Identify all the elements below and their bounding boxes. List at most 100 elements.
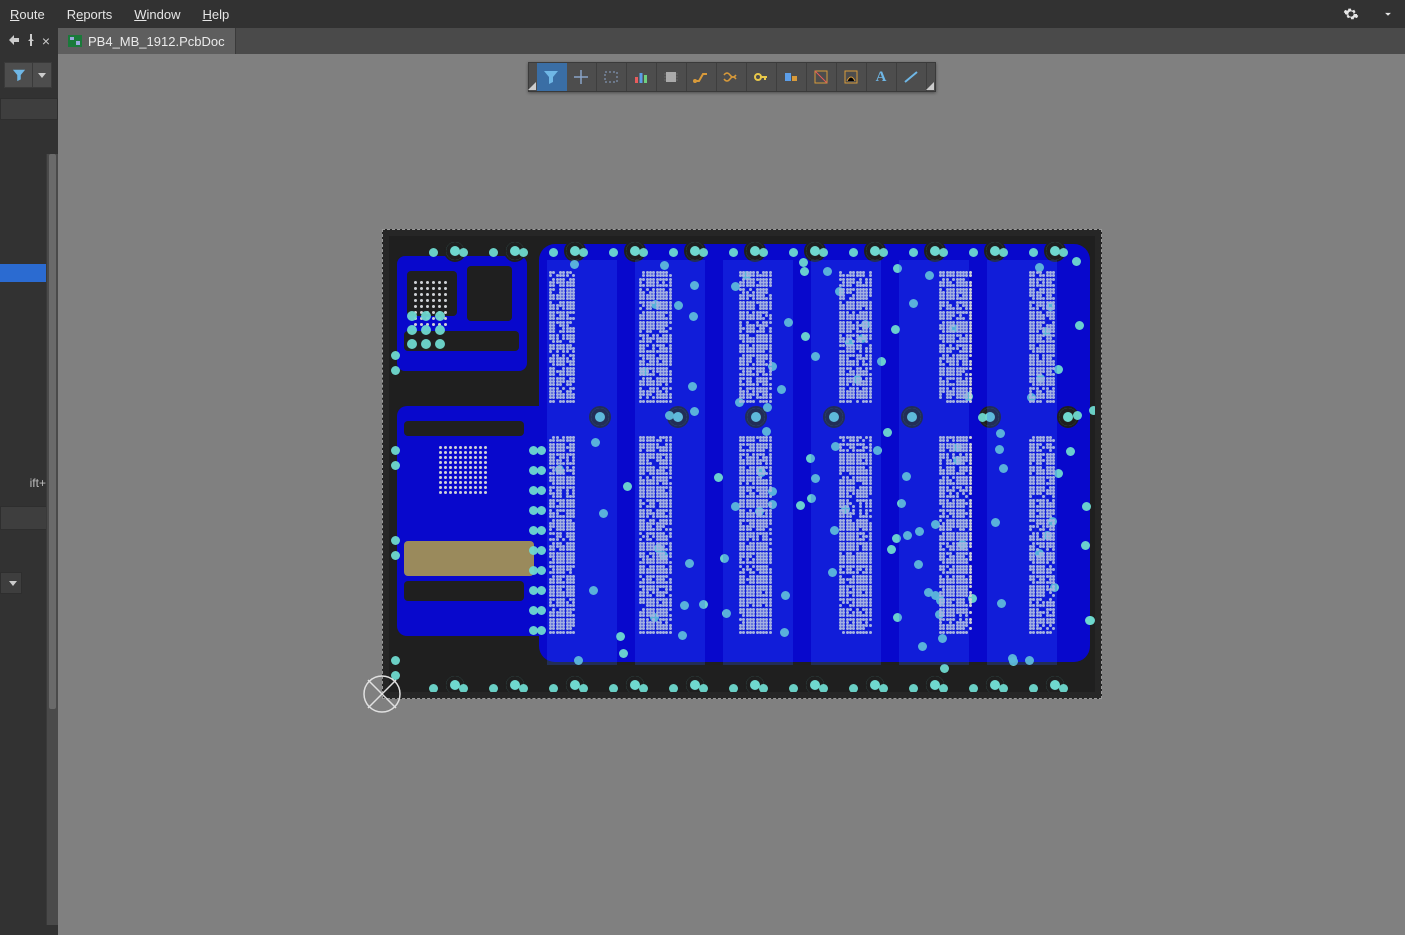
pcb-board-outline: [382, 229, 1102, 699]
via-small: [519, 248, 528, 257]
tool-diff-pair[interactable]: [717, 63, 747, 91]
key-icon: [753, 69, 769, 85]
panel-window-controls: ×: [0, 28, 58, 54]
via-dot: [969, 317, 972, 320]
via-small: [391, 446, 400, 455]
tool-clearance[interactable]: [807, 63, 837, 91]
via-small: [459, 248, 468, 257]
via-small: [549, 684, 558, 692]
via-small: [909, 248, 918, 257]
via-small: [391, 536, 400, 545]
via-dot: [969, 611, 972, 614]
via-small: [1081, 541, 1090, 550]
via-small: [799, 258, 808, 267]
via-small: [978, 413, 987, 422]
menu-help[interactable]: Help: [202, 7, 229, 22]
pcb-board: [389, 236, 1095, 692]
tool-key[interactable]: [747, 63, 777, 91]
via-small: [1029, 684, 1038, 692]
menu-window[interactable]: Window: [134, 7, 180, 22]
funnel-icon: [543, 69, 559, 85]
document-tab-strip: × PB4_MB_1912.PcbDoc: [0, 28, 1405, 54]
via-small: [759, 248, 768, 257]
via-dot: [969, 354, 972, 357]
via-small: [789, 684, 798, 692]
via-small: [669, 248, 678, 257]
via-small: [999, 684, 1008, 692]
panel-search-input[interactable]: [0, 98, 58, 120]
via-dot: [969, 492, 972, 495]
via-small: [796, 501, 805, 510]
funnel-icon: [12, 68, 26, 82]
via-small: [623, 482, 632, 491]
via-small: [969, 684, 978, 692]
via-small: [391, 551, 400, 560]
tool-filter[interactable]: [537, 63, 567, 91]
via-small: [879, 684, 888, 692]
via-small: [999, 248, 1008, 257]
tool-crosshair[interactable]: [567, 63, 597, 91]
clearance-icon: [813, 69, 829, 85]
tool-region-align[interactable]: [777, 63, 807, 91]
panel-close-icon[interactable]: ×: [42, 34, 50, 48]
toolbar-resize-handle-left[interactable]: [529, 63, 537, 91]
via-small: [819, 248, 828, 257]
panel-filter-dropdown[interactable]: [33, 63, 51, 87]
copper-cutout: [467, 266, 512, 321]
via-small: [1085, 616, 1094, 625]
panel-scrollbar-thumb[interactable]: [49, 154, 56, 709]
chevron-down-icon: [38, 73, 46, 78]
menu-route[interactable]: RRouteoute: [10, 7, 45, 22]
via-dot: [969, 621, 972, 624]
via-dot: [969, 558, 972, 561]
via-small: [1059, 248, 1068, 257]
via-small: [391, 656, 400, 665]
via-dot: [969, 545, 972, 548]
tool-selection-rect[interactable]: [597, 63, 627, 91]
via-small: [519, 684, 528, 692]
diff-pair-icon: [723, 69, 739, 85]
panel-filter-button[interactable]: [5, 63, 33, 87]
panel-text-input[interactable]: [0, 506, 52, 530]
via-dot: [969, 482, 972, 485]
via-small: [391, 351, 400, 360]
via-small: [699, 684, 708, 692]
menu-reports[interactable]: Reports: [67, 7, 113, 22]
tool-component[interactable]: [657, 63, 687, 91]
via-small: [939, 248, 948, 257]
line-segment-icon: [903, 69, 919, 85]
selection-rect-icon: [603, 69, 619, 85]
tool-route-track[interactable]: [687, 63, 717, 91]
via-small: [849, 684, 858, 692]
document-tab-label: PB4_MB_1912.PcbDoc: [88, 34, 225, 49]
titlebar-dropdown-icon[interactable]: [1381, 7, 1395, 21]
tool-line-segment[interactable]: [897, 63, 927, 91]
tool-text[interactable]: A: [867, 63, 897, 91]
via-small: [609, 248, 618, 257]
tool-graph-bars[interactable]: [627, 63, 657, 91]
text-A-icon: A: [876, 69, 887, 86]
pcb-editor-canvas[interactable]: A: [58, 54, 1405, 935]
settings-gear-icon[interactable]: [1343, 6, 1359, 22]
via-small: [579, 684, 588, 692]
via-small: [849, 248, 858, 257]
via-small: [1059, 684, 1068, 692]
document-tab[interactable]: PB4_MB_1912.PcbDoc: [58, 28, 236, 54]
via-small: [909, 684, 918, 692]
via-dot: [969, 585, 972, 588]
via-dot: [969, 383, 972, 386]
via-small: [1066, 447, 1075, 456]
copper-cutout: [404, 581, 524, 601]
via-small: [729, 684, 738, 692]
via-dot: [969, 581, 972, 584]
via-small: [609, 684, 618, 692]
panel-dock-icon[interactable]: [8, 34, 20, 49]
toolbar-resize-handle-right[interactable]: [927, 63, 935, 91]
tool-measure[interactable]: [837, 63, 867, 91]
panel-dropdown[interactable]: [0, 572, 22, 594]
via-small: [549, 248, 558, 257]
left-panel-region: ift+E: [0, 54, 58, 935]
via-small: [459, 684, 468, 692]
panel-pin-icon[interactable]: [26, 34, 36, 49]
panel-scrollbar[interactable]: [46, 154, 58, 925]
